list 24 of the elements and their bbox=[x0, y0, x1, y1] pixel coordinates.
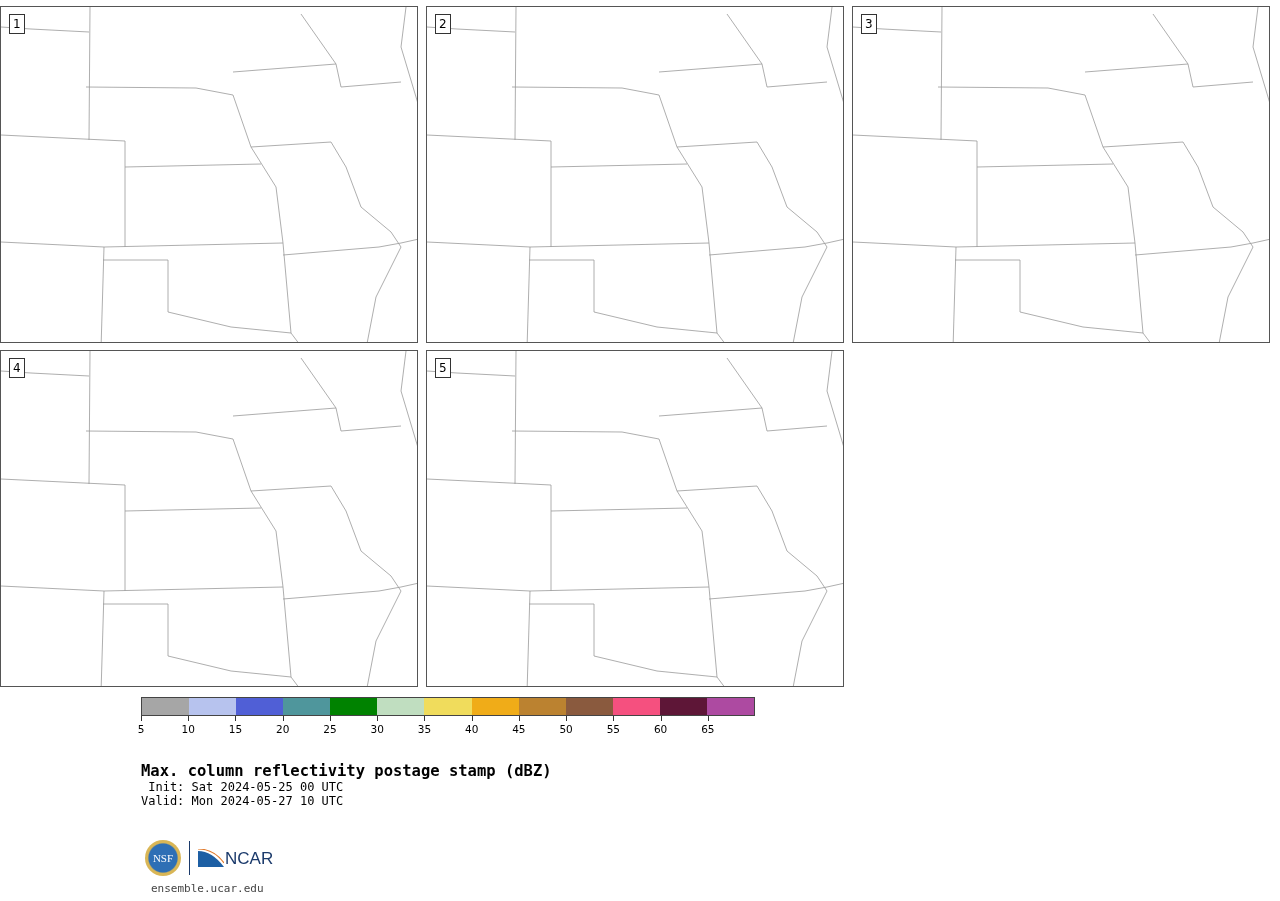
scale-label: 50 bbox=[559, 723, 573, 735]
scale-label: 25 bbox=[323, 723, 337, 735]
panel-number: 2 bbox=[435, 14, 451, 34]
init-time: Init: Sat 2024-05-25 00 UTC bbox=[147, 780, 345, 794]
scale-label: 35 bbox=[417, 723, 432, 735]
scale-label: 45 bbox=[512, 723, 526, 735]
website-url: ensemble.ucar.edu bbox=[151, 882, 265, 895]
scale-label: 15 bbox=[228, 723, 243, 735]
scale-label: 60 bbox=[653, 723, 668, 735]
nsf-logo: NSF bbox=[145, 840, 181, 876]
scale-label: 10 bbox=[181, 723, 195, 735]
panel-number: 3 bbox=[861, 14, 877, 34]
scale-label: 65 bbox=[701, 723, 715, 735]
ncar-logo: NCAR bbox=[198, 849, 274, 867]
scale-label: 40 bbox=[464, 723, 479, 735]
panel-number: 5 bbox=[435, 358, 451, 378]
panel-number: 4 bbox=[9, 358, 25, 378]
valid-time: Valid: Mon 2024-05-27 10 UTC bbox=[141, 794, 345, 808]
scale-label: 30 bbox=[370, 723, 384, 735]
scale-label: 20 bbox=[276, 723, 290, 735]
scale-label: 5 bbox=[137, 723, 145, 735]
scale-label: 55 bbox=[606, 723, 621, 735]
panel-number: 1 bbox=[9, 14, 25, 34]
chart-title: Max. column reflectivity postage stamp (dBZ) bbox=[141, 762, 553, 780]
